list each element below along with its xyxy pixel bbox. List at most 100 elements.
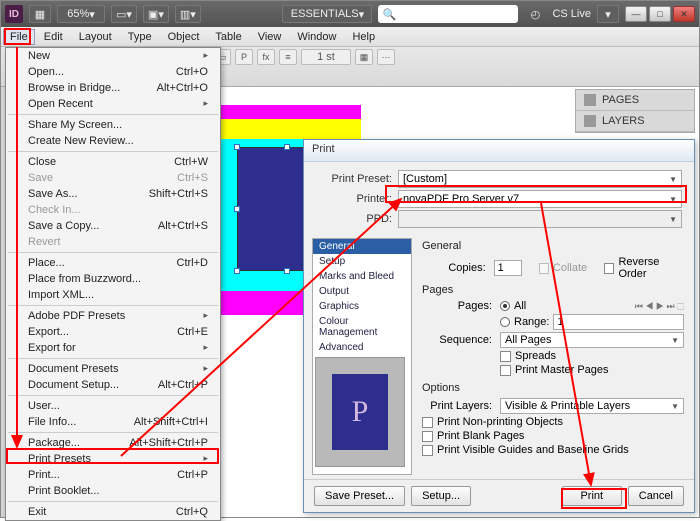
nonprint-checkbox[interactable] — [422, 417, 433, 428]
range-input[interactable]: 1 — [553, 314, 684, 330]
menu-pdf-presets[interactable]: Adobe PDF Presets — [6, 308, 220, 324]
preset-select[interactable]: [Custom]▼ — [398, 170, 682, 188]
window-minimize[interactable]: — — [625, 6, 647, 22]
general-heading: General — [422, 240, 684, 252]
menu-user[interactable]: User... — [6, 398, 220, 414]
cat-colour[interactable]: Colour Management — [313, 314, 411, 340]
menu-window[interactable]: Window — [290, 29, 343, 45]
ppd-select: ▼ — [398, 210, 682, 228]
menu-save-copy[interactable]: Save a Copy...Alt+Ctrl+S — [6, 218, 220, 234]
menu-place[interactable]: Place...Ctrl+D — [6, 255, 220, 271]
menu-table[interactable]: Table — [208, 29, 248, 45]
collate-checkbox — [539, 263, 549, 274]
menu-open-recent[interactable]: Open Recent — [6, 96, 220, 112]
menu-bar: File Edit Layout Type Object Table View … — [1, 27, 699, 47]
menu-file-info[interactable]: File Info...Alt+Shift+Ctrl+I — [6, 414, 220, 430]
arrange-icon[interactable]: ▥▾ — [175, 5, 201, 23]
shape-yellow[interactable] — [221, 119, 361, 139]
options-heading: Options — [422, 382, 684, 394]
menu-file[interactable]: File — [3, 29, 35, 45]
window-maximize[interactable]: □ — [649, 6, 671, 22]
cat-setup[interactable]: Setup — [313, 254, 411, 269]
setup-button[interactable]: Setup... — [411, 486, 471, 506]
menu-object[interactable]: Object — [161, 29, 207, 45]
title-bar: ID ▦ 65% ▾ ▭▾ ▣▾ ▥▾ ESSENTIALS ▾ 🔍 ◴ CS … — [1, 1, 699, 27]
reverse-label: Reverse Order — [618, 256, 684, 280]
pages-label: Pages: — [422, 300, 492, 312]
pages-all-radio[interactable] — [500, 301, 510, 311]
menu-new[interactable]: New — [6, 48, 220, 64]
reverse-checkbox[interactable] — [604, 263, 614, 274]
wrap-icon[interactable]: ▦ — [355, 49, 373, 65]
ppd-label: PPD: — [316, 213, 392, 225]
cslive-icon[interactable]: ◴ — [524, 5, 546, 23]
menu-view[interactable]: View — [251, 29, 289, 45]
cancel-button[interactable]: Cancel — [628, 486, 684, 506]
menu-open[interactable]: Open...Ctrl+O — [6, 64, 220, 80]
menu-share-screen[interactable]: Share My Screen... — [6, 117, 220, 133]
cslive-label[interactable]: CS Live — [552, 8, 591, 20]
cat-graphics[interactable]: Graphics — [313, 299, 411, 314]
effect-icon[interactable]: fx — [257, 49, 275, 65]
collate-label: Collate — [553, 262, 587, 274]
screen-mode-icon[interactable]: ▣▾ — [143, 5, 169, 23]
dialog-title: Print — [304, 140, 694, 162]
print-button[interactable]: Print — [562, 486, 622, 506]
menu-type[interactable]: Type — [121, 29, 159, 45]
save-preset-button[interactable]: Save Preset... — [314, 486, 405, 506]
align-icon[interactable]: ≡ — [279, 49, 297, 65]
printer-select[interactable]: novaPDF Pro Server v7▼ — [398, 190, 682, 208]
menu-new-review[interactable]: Create New Review... — [6, 133, 220, 149]
sequence-select[interactable]: All Pages▼ — [500, 332, 684, 348]
blank-checkbox[interactable] — [422, 431, 433, 442]
view-mode-icon[interactable]: ▭▾ — [111, 5, 137, 23]
spreads-checkbox[interactable] — [500, 351, 511, 362]
guides-checkbox[interactable] — [422, 445, 433, 456]
page-nav-icons[interactable]: ⏮ ◀ ▶ ⏭ ⬚ — [635, 301, 684, 312]
page-field[interactable]: 1 st — [301, 49, 351, 65]
menu-check-in: Check In... — [6, 202, 220, 218]
more-icon[interactable]: ⋯ — [377, 49, 395, 65]
cat-output[interactable]: Output — [313, 284, 411, 299]
menu-print[interactable]: Print...Ctrl+P — [6, 467, 220, 483]
char-icon[interactable]: P — [235, 49, 253, 65]
layers-label: Print Layers: — [422, 400, 492, 412]
cslive-dropdown[interactable]: ▾ — [597, 5, 619, 23]
cat-general[interactable]: General — [313, 239, 411, 254]
workspace-select[interactable]: ESSENTIALS ▾ — [282, 5, 372, 23]
menu-print-presets[interactable]: Print Presets — [6, 451, 220, 467]
copies-input[interactable]: 1 — [494, 260, 522, 276]
menu-edit[interactable]: Edit — [37, 29, 70, 45]
bridge-icon[interactable]: ▦ — [29, 5, 51, 23]
search-input[interactable]: 🔍 — [378, 5, 518, 23]
layers-select[interactable]: Visible & Printable Layers▼ — [500, 398, 684, 414]
menu-save: SaveCtrl+S — [6, 170, 220, 186]
menu-print-booklet[interactable]: Print Booklet... — [6, 483, 220, 499]
spreads-label: Spreads — [515, 350, 556, 362]
panel-pages[interactable]: PAGES — [576, 90, 694, 111]
menu-help[interactable]: Help — [345, 29, 382, 45]
cat-marks[interactable]: Marks and Bleed — [313, 269, 411, 284]
menu-close[interactable]: CloseCtrl+W — [6, 154, 220, 170]
menu-save-as[interactable]: Save As...Shift+Ctrl+S — [6, 186, 220, 202]
menu-export[interactable]: Export...Ctrl+E — [6, 324, 220, 340]
zoom-select[interactable]: 65% ▾ — [57, 5, 105, 23]
cat-advanced[interactable]: Advanced — [313, 340, 411, 355]
menu-package[interactable]: Package...Alt+Shift+Ctrl+P — [6, 435, 220, 451]
menu-layout[interactable]: Layout — [72, 29, 119, 45]
pages-range-radio[interactable] — [500, 317, 510, 327]
copies-label: Copies: — [422, 262, 486, 274]
menu-export-for[interactable]: Export for — [6, 340, 220, 356]
master-checkbox[interactable] — [500, 365, 511, 376]
layers-icon — [584, 115, 596, 127]
window-close[interactable]: ✕ — [673, 6, 695, 22]
menu-doc-setup[interactable]: Document Setup...Alt+Ctrl+P — [6, 377, 220, 393]
panel-layers[interactable]: LAYERS — [576, 111, 694, 132]
menu-browse-bridge[interactable]: Browse in Bridge...Alt+Ctrl+O — [6, 80, 220, 96]
right-panels: PAGES LAYERS — [575, 89, 695, 133]
menu-doc-presets[interactable]: Document Presets — [6, 361, 220, 377]
menu-place-buzzword[interactable]: Place from Buzzword... — [6, 271, 220, 287]
menu-revert: Revert — [6, 234, 220, 250]
pages-heading: Pages — [422, 284, 684, 296]
menu-import-xml[interactable]: Import XML... — [6, 287, 220, 303]
